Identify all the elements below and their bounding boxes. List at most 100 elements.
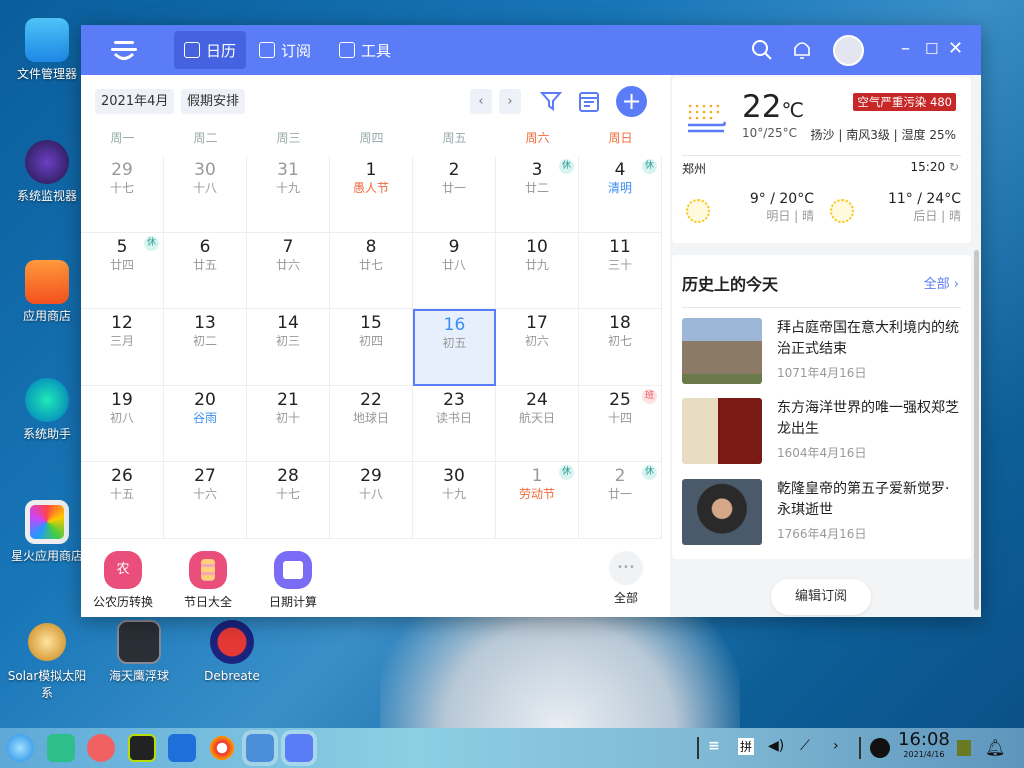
bell-icon[interactable]: [792, 39, 812, 61]
trash-icon[interactable]: [957, 740, 971, 756]
day-cell[interactable]: 30 十九: [413, 462, 496, 539]
day-cell[interactable]: 26 十五: [81, 462, 164, 539]
clock[interactable]: 16:08 2021/4/16: [898, 730, 950, 760]
day-cell[interactable]: 1 劳动节休: [496, 462, 579, 539]
day-cell[interactable]: 11 三十: [579, 232, 662, 309]
terminal-icon[interactable]: [47, 734, 75, 762]
history-item[interactable]: 乾隆皇帝的第五子爱新觉罗·永琪逝世 1766年4月16日: [682, 479, 962, 549]
desktop-icon-float-ball[interactable]: 海天鹰浮球: [94, 620, 184, 685]
desktop-icon-spark-store[interactable]: 星火应用商店: [2, 500, 92, 565]
day-cell[interactable]: 3 廿二休: [496, 156, 579, 233]
app-store-taskbar-icon[interactable]: [246, 734, 274, 762]
edit-subscription-button[interactable]: 编辑订阅: [771, 579, 871, 615]
tab-calendar[interactable]: 日历: [174, 31, 247, 69]
month-selector[interactable]: 2021年4月: [95, 89, 175, 114]
filter-icon[interactable]: [540, 90, 562, 112]
day-cell[interactable]: 19 初八: [81, 385, 164, 462]
scrollbar[interactable]: [974, 250, 979, 610]
day-cell[interactable]: 4 清明休: [579, 156, 662, 233]
lunar-label: 初五: [442, 336, 467, 350]
day-number: 15: [360, 313, 382, 333]
lantern-icon: [189, 551, 227, 589]
day-cell[interactable]: 2 廿一: [413, 156, 496, 233]
launcher-icon[interactable]: [6, 734, 34, 762]
history-all-link[interactable]: 全部 ›: [924, 273, 959, 292]
day-cell[interactable]: 15 初四: [330, 309, 413, 386]
day-cell[interactable]: 21 初十: [247, 385, 330, 462]
prev-month-button[interactable]: ‹: [470, 89, 492, 114]
add-event-button[interactable]: +: [616, 86, 647, 117]
settings-icon[interactable]: [208, 734, 236, 762]
calendar-tray-icon[interactable]: ≡: [708, 738, 720, 754]
desktop-icon-system-assistant[interactable]: 系统助手: [2, 378, 92, 443]
history-item[interactable]: 拜占庭帝国在意大利境内的统治正式结束 1071年4月16日: [682, 318, 962, 388]
day-cell[interactable]: 6 廿五: [164, 232, 247, 309]
day-cell[interactable]: 28 十七: [247, 462, 330, 539]
day-cell[interactable]: 5 廿四休: [81, 232, 164, 309]
day-cell[interactable]: 16 初五: [413, 309, 496, 386]
lunar-label: 初十: [275, 410, 300, 425]
day-number: 18: [609, 313, 631, 333]
day-cell[interactable]: 18 初七: [579, 309, 662, 386]
search-icon[interactable]: [751, 39, 773, 61]
tools-bar: 农公农历转换 节日大全 日期计算 ••• 全部: [81, 539, 669, 617]
day-number: 29: [111, 160, 133, 180]
video-icon[interactable]: [168, 734, 196, 762]
day-cell[interactable]: 13 初二: [164, 309, 247, 386]
day-cell[interactable]: 20 谷雨: [164, 385, 247, 462]
divider: [859, 737, 861, 759]
screen-recorder-icon[interactable]: [87, 734, 115, 762]
tool-date-calc[interactable]: 日期计算: [253, 551, 333, 610]
day-cell[interactable]: 31 十九: [247, 156, 330, 233]
day-cell[interactable]: 24 航天日: [496, 385, 579, 462]
desktop-icon-debreate[interactable]: Debreate: [187, 620, 277, 685]
holiday-schedule-button[interactable]: 假期安排: [181, 89, 246, 114]
desktop-icon-file-manager[interactable]: 文件管理器: [2, 18, 92, 83]
day-cell[interactable]: 14 初三: [247, 309, 330, 386]
day-cell[interactable]: 7 廿六: [247, 232, 330, 309]
next-month-button[interactable]: ›: [499, 89, 521, 114]
minimize-icon[interactable]: –: [901, 38, 910, 59]
calendar-taskbar-icon[interactable]: [285, 734, 313, 762]
tab-tools[interactable]: 工具: [329, 31, 401, 69]
desktop-icon-app-store[interactable]: 应用商店: [2, 260, 92, 325]
tab-subscribe[interactable]: 订阅: [249, 31, 321, 69]
day-cell[interactable]: 25 十四班: [579, 385, 662, 462]
calendar-icon[interactable]: [578, 89, 600, 113]
tool-festivals[interactable]: 节日大全: [168, 551, 248, 610]
day-cell[interactable]: 22 地球日: [330, 385, 413, 462]
desktop-icon-label: 文件管理器: [16, 67, 77, 81]
lunar-label: 三十: [607, 257, 632, 272]
notification-bell-icon[interactable]: 🔔︎: [985, 738, 1005, 757]
network-icon[interactable]: ⟋: [800, 738, 810, 754]
power-icon[interactable]: [870, 738, 890, 758]
day-cell[interactable]: 1 愚人节: [330, 156, 413, 233]
city-name[interactable]: 郑州: [682, 160, 706, 177]
input-method-icon[interactable]: 拼: [738, 738, 755, 755]
expand-tray-icon[interactable]: ›: [833, 738, 839, 754]
day-cell[interactable]: 29 十八: [330, 462, 413, 539]
day-cell[interactable]: 2 廿一休: [579, 462, 662, 539]
volume-icon[interactable]: ◀): [768, 738, 784, 754]
tool-all[interactable]: ••• 全部: [586, 551, 666, 606]
desktop-icon-solar[interactable]: Solar模拟太阳系: [2, 620, 92, 702]
maximize-icon[interactable]: ☐: [925, 40, 938, 58]
day-cell[interactable]: 8 廿七: [330, 232, 413, 309]
desktop-icon-system-monitor[interactable]: 系统监视器: [2, 140, 92, 205]
day-cell[interactable]: 27 十六: [164, 462, 247, 539]
day-cell[interactable]: 29 十七: [81, 156, 164, 233]
day-cell[interactable]: 30 十八: [164, 156, 247, 233]
music-icon[interactable]: [128, 734, 156, 762]
close-icon[interactable]: ✕: [948, 38, 963, 59]
day-cell[interactable]: 9 廿八: [413, 232, 496, 309]
refresh-icon[interactable]: ↻: [949, 160, 959, 174]
folder-icon: [25, 18, 69, 62]
day-number: 16: [443, 315, 466, 335]
day-cell[interactable]: 10 廿九: [496, 232, 579, 309]
day-cell[interactable]: 23 读书日: [413, 385, 496, 462]
tool-lunar-convert[interactable]: 农公农历转换: [83, 551, 163, 610]
avatar[interactable]: [833, 35, 864, 66]
day-cell[interactable]: 17 初六: [496, 309, 579, 386]
day-cell[interactable]: 12 三月: [81, 309, 164, 386]
history-item[interactable]: 东方海洋世界的唯一强权郑芝龙出生 1604年4月16日: [682, 398, 962, 468]
